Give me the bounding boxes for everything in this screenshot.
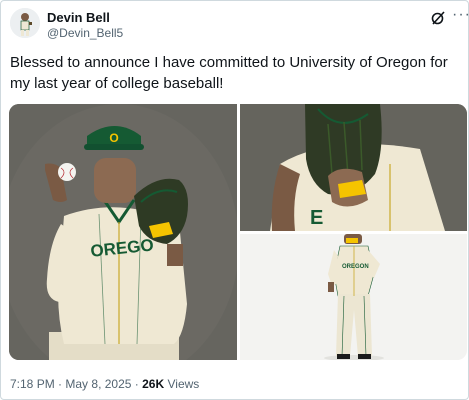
svg-text:E: E xyxy=(310,207,323,229)
meta-separator-2: · xyxy=(134,377,139,391)
views-count: 26K xyxy=(142,377,165,391)
author-display-name[interactable]: Devin Bell xyxy=(47,10,110,25)
tweet-text: Blessed to announce I have committed to … xyxy=(10,54,448,92)
tweet-time[interactable]: 7:18 PM xyxy=(10,377,55,391)
more-icon[interactable]: ··· xyxy=(452,6,469,24)
views-label: Views xyxy=(167,377,200,391)
tweet-meta: 7:18 PM · May 8, 2025 · 26K Views xyxy=(10,377,199,391)
photo-pitcher-holding-ball[interactable]: O OREGO xyxy=(9,104,237,360)
svg-text:OREGON: OREGON xyxy=(342,264,369,270)
avatar[interactable] xyxy=(10,8,40,38)
meta-separator: · xyxy=(58,377,63,391)
author-handle[interactable]: @Devin_Bell5 xyxy=(47,26,123,40)
photo-full-body-uniform[interactable]: OREGON xyxy=(240,234,467,360)
photo-glove-closeup[interactable]: E xyxy=(240,104,467,231)
svg-text:O: O xyxy=(109,131,118,145)
grok-icon[interactable] xyxy=(430,10,446,26)
tweet-date[interactable]: May 8, 2025 xyxy=(65,377,131,391)
media-grid: O OREGO E OREGON xyxy=(9,104,467,360)
